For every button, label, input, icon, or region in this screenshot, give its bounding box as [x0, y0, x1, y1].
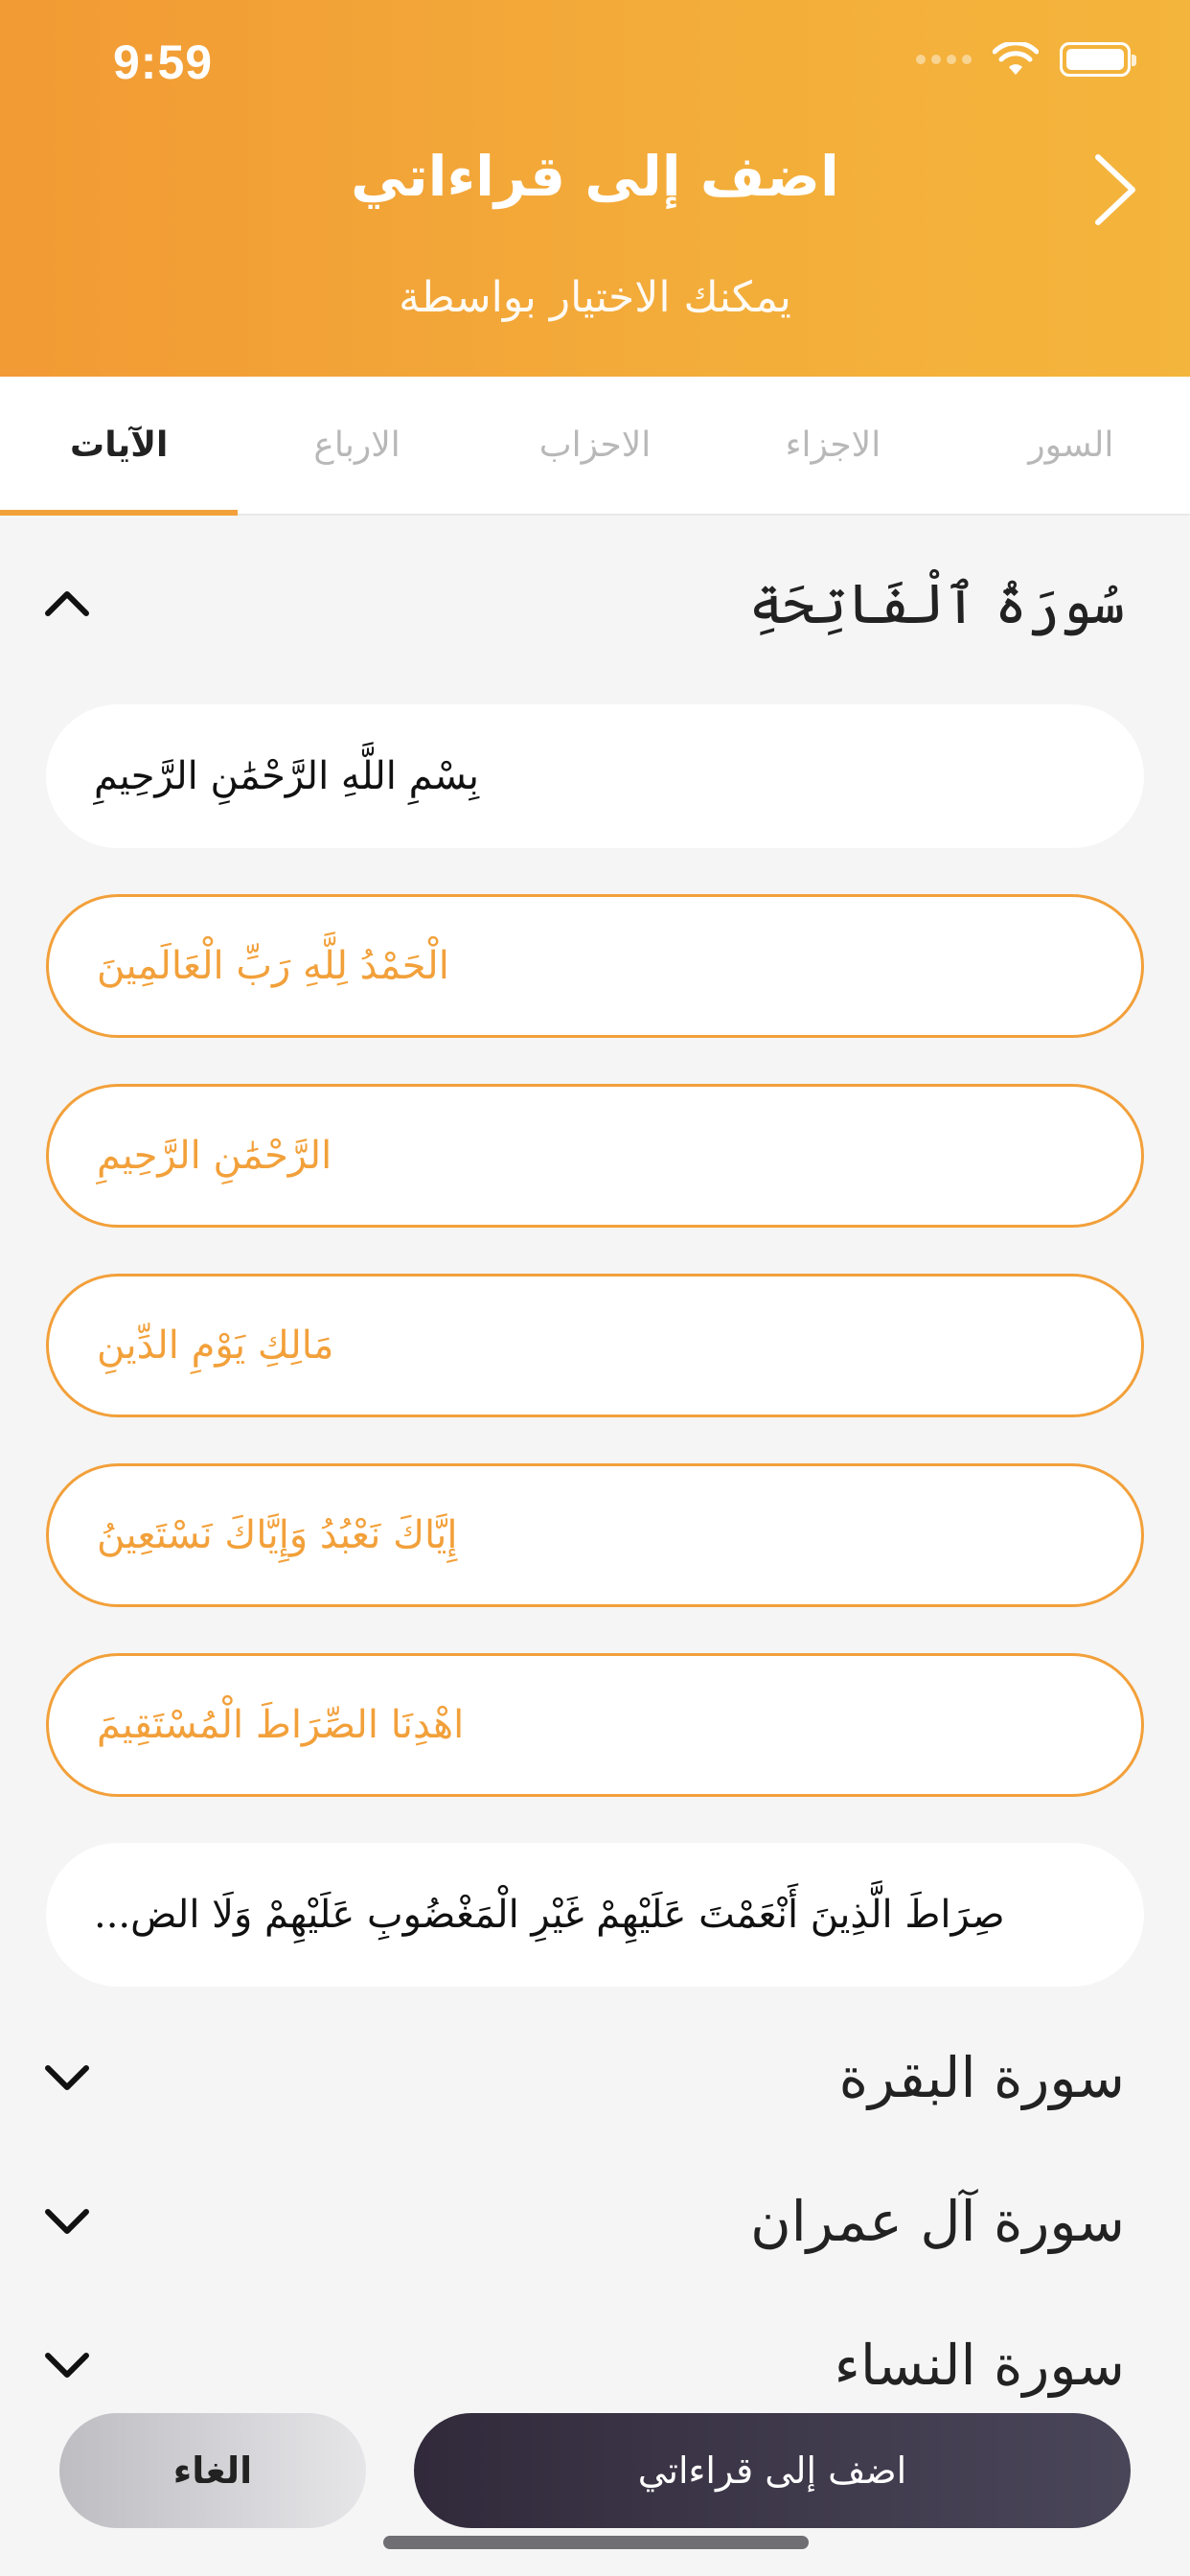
chevron-down-icon[interactable] — [38, 2049, 96, 2106]
chevron-down-icon[interactable] — [38, 2193, 96, 2250]
surah-title: سُورَةُ ٱلْفَاتِحَةِ — [748, 571, 1125, 636]
ayah-item-selected[interactable]: إِيَّاكَ نَعْبُدُ وَإِيَّاكَ نَسْتَعِينُ — [46, 1463, 1144, 1607]
cancel-button[interactable]: الغاء — [59, 2413, 366, 2528]
page-subtitle: يمكنك الاختيار بواسطة — [399, 273, 791, 322]
tab-arba[interactable]: الارباع — [238, 377, 475, 514]
chevron-down-icon[interactable] — [38, 2336, 96, 2394]
surah-header-baqarah[interactable]: سورة البقرة — [38, 2030, 1125, 2126]
ayah-item[interactable]: بِسْمِ اللَّهِ الرَّحْمَٰنِ الرَّحِيمِ — [46, 704, 1144, 848]
selection-tabs: الآيات الارباع الاحزاب الاجزاء السور — [0, 377, 1190, 516]
tab-ahzab[interactable]: الاحزاب — [476, 377, 714, 514]
status-icons — [916, 42, 1136, 77]
surah-header-nisa[interactable]: سورة النساء — [38, 2317, 1125, 2413]
signal-icon — [916, 55, 972, 64]
add-to-readings-screen: 9:59 اضف إلى قراءاتي يمكنك الاختيار بواس… — [0, 0, 1190, 2576]
surah-header-fatiha[interactable]: سُورَةُ ٱلْفَاتِحَةِ — [38, 556, 1125, 652]
surah-title: سورة آل عمران — [750, 2189, 1125, 2254]
ayah-item-selected[interactable]: الرَّحْمَٰنِ الرَّحِيمِ — [46, 1084, 1144, 1228]
home-indicator[interactable] — [383, 2536, 809, 2549]
ayah-item-selected[interactable]: اهْدِنَا الصِّرَاطَ الْمُسْتَقِيمَ — [46, 1653, 1144, 1797]
ayah-item[interactable]: صِرَاطَ الَّذِينَ أَنْعَمْتَ عَلَيْهِمْ … — [46, 1843, 1144, 1987]
surah-title: سورة البقرة — [838, 2045, 1125, 2110]
status-time: 9:59 — [113, 35, 214, 89]
surah-title: سورة النساء — [834, 2333, 1125, 2398]
tab-ayat[interactable]: الآيات — [0, 377, 239, 516]
battery-icon — [1060, 42, 1136, 77]
chevron-up-icon[interactable] — [38, 575, 96, 632]
page-title: اضف إلى قراءاتي — [351, 144, 839, 209]
tab-ajza[interactable]: الاجزاء — [714, 377, 951, 514]
add-to-readings-button[interactable]: اضف إلى قراءاتي — [414, 2413, 1131, 2528]
tab-suwar[interactable]: السور — [952, 377, 1190, 514]
header: 9:59 اضف إلى قراءاتي يمكنك الاختيار بواس… — [0, 0, 1190, 377]
ayah-item-selected[interactable]: مَالِكِ يَوْمِ الدِّينِ — [46, 1274, 1144, 1417]
wifi-icon — [993, 42, 1039, 75]
ayah-item-selected[interactable]: الْحَمْدُ لِلَّهِ رَبِّ الْعَالَمِينَ — [46, 894, 1144, 1038]
surah-header-imran[interactable]: سورة آل عمران — [38, 2174, 1125, 2269]
